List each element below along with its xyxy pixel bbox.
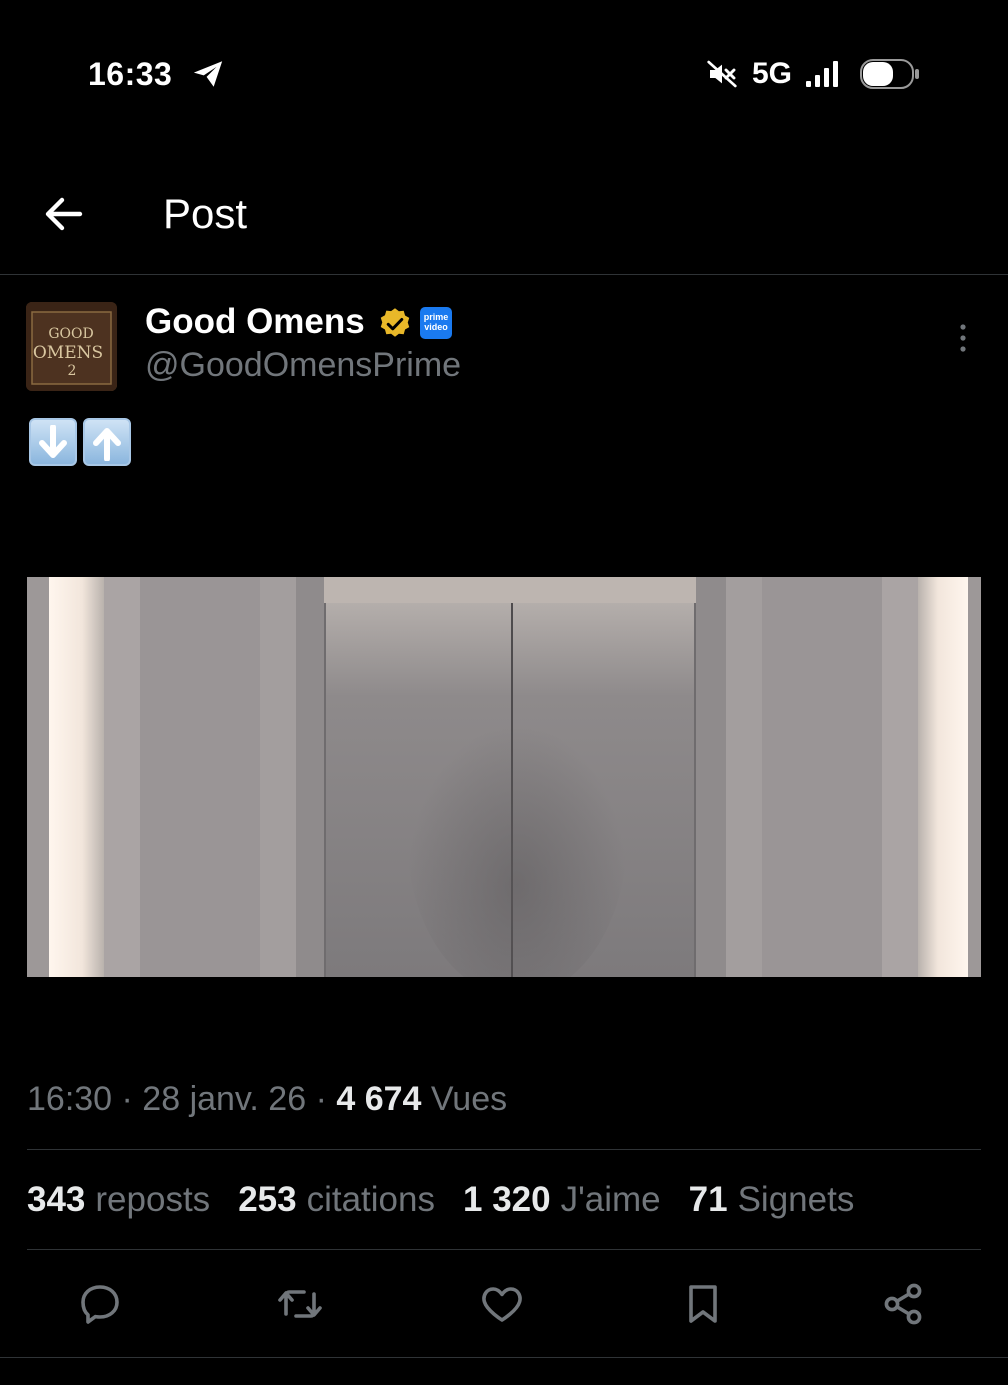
prime-video-icon[interactable]: prime video <box>420 307 452 339</box>
header-divider <box>0 274 1008 275</box>
stat-reposts[interactable]: 343 reposts <box>27 1180 210 1220</box>
share-button[interactable] <box>879 1280 927 1328</box>
stat-bookmarks[interactable]: 71 Signets <box>689 1180 855 1220</box>
views-label: Vues <box>421 1080 508 1118</box>
divider <box>27 1149 981 1150</box>
repost-button[interactable] <box>276 1280 324 1328</box>
down-arrow-emoji <box>29 418 77 466</box>
telegram-send-icon <box>193 61 222 87</box>
reply-icon <box>81 1285 119 1324</box>
bookmark-icon <box>689 1285 717 1323</box>
post-timestamp: 16:30 · 28 janv. 26 · 4 674 Vues <box>27 1080 507 1119</box>
divider <box>0 1357 1008 1358</box>
author-name[interactable]: Good Omens <box>145 302 365 342</box>
avatar-image: GOOD OMENS 2 <box>26 302 117 391</box>
author-handle[interactable]: @GoodOmensPrime <box>145 346 461 385</box>
signal-icon <box>806 61 838 87</box>
bookmark-button[interactable] <box>679 1280 727 1328</box>
like-button[interactable] <box>478 1280 526 1328</box>
post-image[interactable] <box>27 577 981 977</box>
network-type: 5G <box>751 57 792 90</box>
engagement-stats: 343 reposts 253 citations 1 320 J'aime 71 Si… <box>27 1180 854 1220</box>
timestamp-text: 16:30 · 28 janv. 26 · <box>27 1080 337 1118</box>
divider <box>27 1249 981 1250</box>
avatar[interactable]: GOOD OMENS 2 <box>26 302 117 391</box>
status-time-text: 16:33 <box>88 56 173 92</box>
svg-text:2: 2 <box>68 363 77 379</box>
svg-text:GOOD: GOOD <box>48 326 93 342</box>
share-icon <box>884 1283 922 1325</box>
up-arrow-emoji <box>83 418 131 466</box>
views-count: 4 674 <box>336 1080 422 1118</box>
like-icon <box>482 1287 522 1322</box>
svg-text:OMENS: OMENS <box>33 343 103 363</box>
reply-button[interactable] <box>76 1280 124 1328</box>
stat-likes[interactable]: 1 320 J'aime <box>463 1180 661 1220</box>
more-options-icon[interactable] <box>955 322 971 354</box>
verified-badge-icon[interactable] <box>377 306 413 342</box>
elevator-doors-image <box>27 577 981 977</box>
mute-icon <box>707 60 737 88</box>
arrow-left-icon[interactable] <box>40 190 88 238</box>
page-title: Post <box>163 190 248 237</box>
status-icons: 5G <box>706 56 920 92</box>
battery-icon <box>860 59 919 89</box>
stat-quotes[interactable]: 253 citations <box>238 1180 435 1220</box>
status-time: 16:33 <box>88 56 226 93</box>
repost-icon <box>278 1290 322 1318</box>
